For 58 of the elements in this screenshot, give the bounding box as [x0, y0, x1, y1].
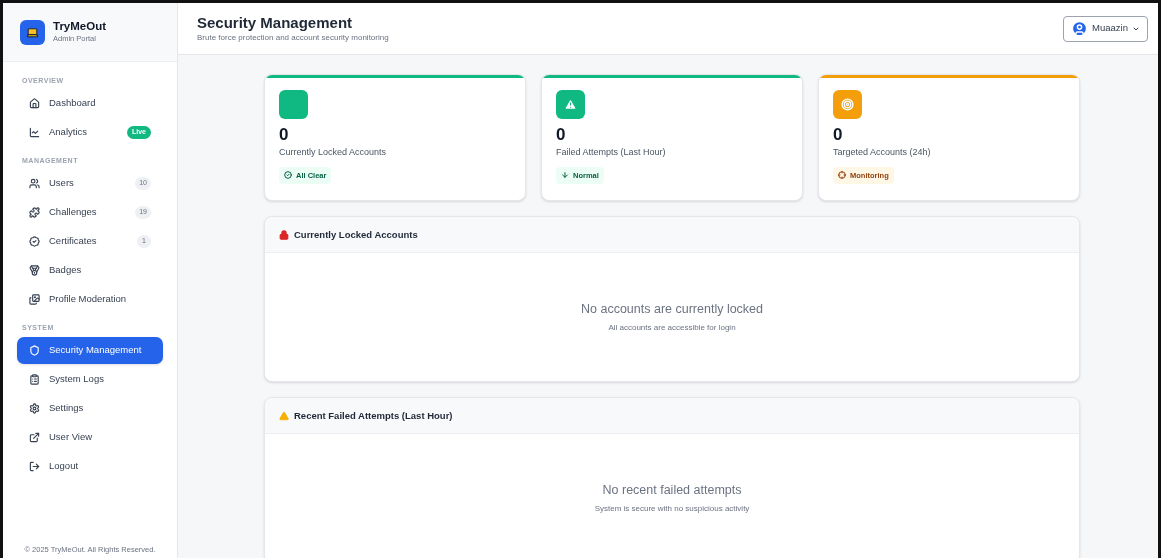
lock-icon — [279, 229, 289, 240]
laptop-icon — [26, 25, 39, 39]
empty-title: No recent failed attempts — [602, 482, 742, 500]
nav-item[interactable]: Logout — [17, 453, 163, 480]
nav-label: Dashboard — [49, 96, 97, 111]
warning-icon — [564, 98, 577, 111]
medal-icon — [29, 265, 40, 276]
nav-label: System Logs — [49, 372, 105, 387]
nav-item[interactable]: Profile Moderation — [17, 286, 163, 313]
panel-title: Currently Locked Accounts — [294, 227, 418, 242]
stat-label: Currently Locked Accounts — [279, 146, 388, 159]
user-menu-button[interactable]: Muaazin — [1063, 15, 1148, 42]
nav-label: Badges — [49, 263, 83, 278]
users-icon — [29, 178, 40, 189]
empty-text: System is secure with no suspicious activity — [594, 503, 750, 515]
puzzle-icon — [29, 207, 40, 218]
badge-icon — [29, 236, 40, 247]
stat-label: Targeted Accounts (24h) — [833, 146, 932, 159]
nav-label: Analytics — [49, 125, 88, 140]
nav-item[interactable]: System Logs — [17, 366, 163, 393]
clipboard-icon — [29, 374, 40, 385]
home-icon — [29, 98, 40, 109]
nav-item[interactable]: Security Management — [17, 337, 163, 364]
warning-icon — [279, 410, 289, 421]
check-icon — [284, 171, 292, 180]
panel-title: Recent Failed Attempts (Last Hour) — [294, 408, 453, 423]
line-chart-icon — [29, 127, 40, 138]
external-link-icon — [29, 432, 40, 443]
crosshair-icon — [838, 171, 846, 180]
nav-label: Security Management — [49, 343, 143, 358]
logout-icon — [29, 461, 40, 472]
arrow-down-icon — [561, 171, 569, 180]
stat-icon-tile — [279, 90, 308, 119]
brand-name: TryMeOut — [53, 19, 107, 34]
images-icon — [29, 294, 40, 305]
empty-text: All accounts are accessible for login — [608, 322, 736, 334]
page-subtitle: Brute force protection and account security monitoring — [197, 31, 389, 44]
user-avatar-icon — [1071, 20, 1089, 37]
stat-label: Failed Attempts (Last Hour) — [556, 146, 667, 159]
shield-icon — [29, 345, 40, 356]
nav-label: Logout — [49, 459, 80, 474]
nav-item[interactable]: Settings — [17, 395, 163, 422]
settings-icon — [29, 403, 40, 414]
nav-label: Profile Moderation — [49, 292, 128, 307]
nav-item[interactable]: User View — [17, 424, 163, 451]
nav-label: Settings — [49, 401, 85, 416]
empty-title: No accounts are currently locked — [581, 301, 763, 319]
nav-label: Users — [49, 176, 75, 191]
stat-value: 0 — [279, 124, 290, 146]
nav-item[interactable]: Dashboard — [17, 90, 163, 117]
nav-item[interactable]: Badges — [17, 257, 163, 284]
nav-label: Certificates — [49, 234, 98, 249]
page-title: Security Management — [197, 13, 354, 32]
nav-label: Challenges — [49, 205, 98, 220]
stat-value: 0 — [556, 124, 567, 146]
stat-value: 0 — [833, 124, 844, 146]
nav-label: User View — [49, 430, 94, 445]
target-icon — [841, 98, 854, 111]
